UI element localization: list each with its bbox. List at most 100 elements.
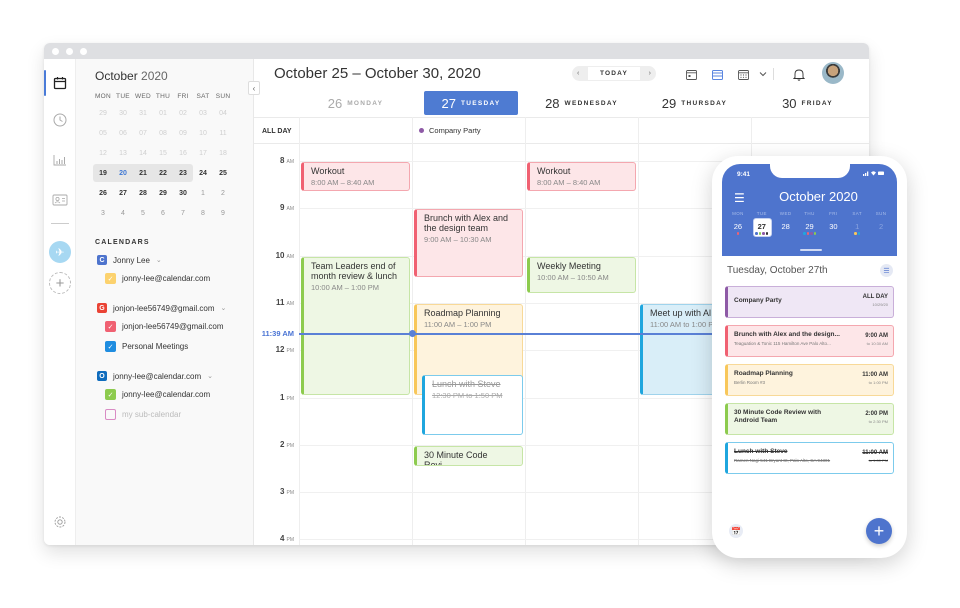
mobile-date[interactable]: 26 (726, 222, 750, 242)
mini-calendar-day[interactable]: 18 (213, 150, 233, 157)
mobile-event-card[interactable]: Roadmap Planning Berlin Room #3 11:00 AM to… (725, 364, 894, 396)
mobile-event-card[interactable]: Lunch with Steve Ramen Nagi 541 Bryant St… (725, 442, 894, 474)
calendar-checkbox[interactable]: ✓ (105, 321, 116, 332)
mini-calendar-day[interactable]: 26 (93, 190, 113, 197)
mobile-event-card[interactable]: 30 Minute Code Review with Android Team 2… (725, 403, 894, 435)
contacts-icon[interactable] (52, 192, 68, 208)
list-view-icon[interactable]: ☰ (880, 264, 893, 277)
analytics-icon[interactable] (52, 152, 68, 168)
mini-calendar-day[interactable]: 23 (173, 170, 193, 177)
mini-calendar-day[interactable]: 13 (113, 150, 133, 157)
calendar-event[interactable]: Brunch with Alex and the design team 9:00… (414, 209, 523, 278)
mini-calendar-day[interactable]: 09 (173, 130, 193, 137)
calendar-account[interactable]: Ojonny-lee@calendar.com ⌄ (97, 371, 213, 381)
clock-icon[interactable] (52, 112, 68, 128)
calendar-event[interactable]: 30 Minute Code Revi...2:00 PM – 2:30 PM (414, 445, 523, 467)
mini-calendar-day[interactable]: 25 (213, 170, 233, 177)
mini-calendar-day[interactable]: 08 (153, 130, 173, 137)
mini-calendar-day[interactable]: 20 (113, 170, 133, 177)
mobile-date[interactable]: 28 (774, 222, 798, 242)
mobile-event-card[interactable]: Company Party ALL DAY 10/29/20 (725, 286, 894, 318)
mini-calendar-day[interactable]: 29 (153, 190, 173, 197)
drag-handle[interactable] (800, 249, 822, 251)
view-options-chevron-icon[interactable] (756, 67, 770, 81)
calendar-item[interactable]: ✓ jonjon-lee56749@gmail.com (105, 321, 224, 332)
mini-calendar-day[interactable]: 5 (133, 210, 153, 217)
chevron-down-icon[interactable]: ⌄ (221, 304, 227, 312)
calendar-event[interactable]: Lunch with Steve 12:30 PM to 1:50 PM (422, 374, 523, 435)
calendar-checkbox[interactable]: ✓ (105, 389, 116, 400)
mini-calendar-day[interactable]: 7 (173, 210, 193, 217)
add-icon[interactable]: + (49, 272, 71, 294)
add-event-button[interactable]: + (866, 518, 892, 544)
mini-calendar-day[interactable]: 6 (153, 210, 173, 217)
calendar-checkbox[interactable]: ✓ (105, 273, 116, 284)
mini-calendar-day[interactable]: 05 (93, 130, 113, 137)
mini-calendar-day[interactable]: 04 (213, 110, 233, 117)
mobile-date[interactable]: 27 (750, 218, 774, 242)
rocket-icon[interactable]: ✈ (49, 241, 71, 263)
mini-calendar-day[interactable]: 17 (193, 150, 213, 157)
calendar-account[interactable]: Gjonjon-lee56749@gmail.com ⌄ (97, 303, 226, 313)
calendar-event[interactable]: Team Leaders end of month review & lunch… (301, 256, 410, 396)
mini-calendar-day[interactable]: 02 (173, 110, 193, 117)
notifications-bell-icon[interactable] (792, 67, 806, 81)
mini-calendar-day[interactable]: 01 (153, 110, 173, 117)
calendar-event[interactable]: Meet up with Al 11:00 AM to 1:00 P (640, 303, 720, 396)
mobile-date[interactable]: 29 (798, 222, 822, 242)
chevron-down-icon[interactable]: ⌄ (156, 256, 162, 264)
day-header-monday[interactable]: 26 MONDAY (299, 91, 412, 115)
calendar-event[interactable]: Workout 8:00 AM – 8:40 AM (527, 162, 636, 191)
window-maximize-dot[interactable] (80, 47, 87, 55)
mini-calendar-day[interactable]: 16 (173, 150, 193, 157)
mini-calendar-day[interactable]: 9 (213, 210, 233, 217)
mini-calendar-day[interactable]: 1 (193, 190, 213, 197)
mini-calendar-day[interactable]: 12 (93, 150, 113, 157)
mobile-date[interactable]: 30 (821, 222, 845, 242)
mini-calendar-day[interactable]: 28 (133, 190, 153, 197)
mini-calendar-day[interactable]: 27 (113, 190, 133, 197)
day-view-icon[interactable] (684, 67, 698, 81)
calendar-check-icon[interactable]: 📅 (729, 524, 743, 538)
next-week-button[interactable]: › (649, 70, 651, 77)
prev-week-button[interactable]: ‹ (577, 70, 579, 77)
mobile-date[interactable]: 2 (869, 222, 893, 242)
mini-calendar-day[interactable]: 24 (193, 170, 213, 177)
mini-calendar-day[interactable]: 21 (133, 170, 153, 177)
mini-calendar-day[interactable]: 03 (193, 110, 213, 117)
calendar-event[interactable]: Weekly Meeting 10:00 AM – 10:50 AM (527, 256, 636, 293)
mini-calendar-day[interactable]: 10 (193, 130, 213, 137)
mini-calendar-day[interactable]: 22 (153, 170, 173, 177)
mini-calendar-day[interactable]: 19 (93, 170, 113, 177)
mini-calendar-day[interactable]: 07 (133, 130, 153, 137)
mini-calendar-day[interactable]: 29 (93, 110, 113, 117)
mini-calendar-day[interactable]: 14 (133, 150, 153, 157)
window-minimize-dot[interactable] (66, 47, 73, 55)
calendar-checkbox[interactable] (105, 409, 116, 420)
collapse-sidebar-button[interactable]: ‹ (248, 81, 260, 95)
window-close-dot[interactable] (52, 47, 59, 55)
calendar-icon[interactable] (52, 75, 68, 91)
day-header-tuesday[interactable]: 27 TUESDAY (424, 91, 518, 115)
week-view-icon[interactable] (710, 67, 724, 81)
user-avatar[interactable] (822, 62, 844, 84)
mini-calendar-day[interactable]: 8 (193, 210, 213, 217)
calendar-item[interactable]: ✓ jonny-lee@calendar.com (105, 273, 210, 284)
calendar-event[interactable]: Workout 8:00 AM – 8:40 AM (301, 162, 410, 191)
mini-calendar-day[interactable]: 06 (113, 130, 133, 137)
day-header-thursday[interactable]: 29 THURSDAY (638, 91, 751, 115)
month-view-icon[interactable] (736, 67, 750, 81)
mini-calendar-day[interactable]: 30 (113, 110, 133, 117)
mini-calendar-day[interactable]: 31 (133, 110, 153, 117)
all-day-event[interactable]: Company Party (419, 126, 481, 135)
calendar-checkbox[interactable]: ✓ (105, 341, 116, 352)
mini-calendar-day[interactable]: 30 (173, 190, 193, 197)
day-header-wednesday[interactable]: 28 WEDNESDAY (525, 91, 638, 115)
mini-calendar-day[interactable]: 15 (153, 150, 173, 157)
calendar-account[interactable]: C Jonny Lee ⌄ (97, 255, 162, 265)
mobile-event-card[interactable]: Brunch with Alex and the design... Teagua… (725, 325, 894, 357)
mini-calendar-day[interactable]: 11 (213, 130, 233, 137)
mini-calendar-day[interactable]: 2 (213, 190, 233, 197)
settings-icon[interactable] (52, 514, 68, 530)
chevron-down-icon[interactable]: ⌄ (207, 372, 213, 380)
